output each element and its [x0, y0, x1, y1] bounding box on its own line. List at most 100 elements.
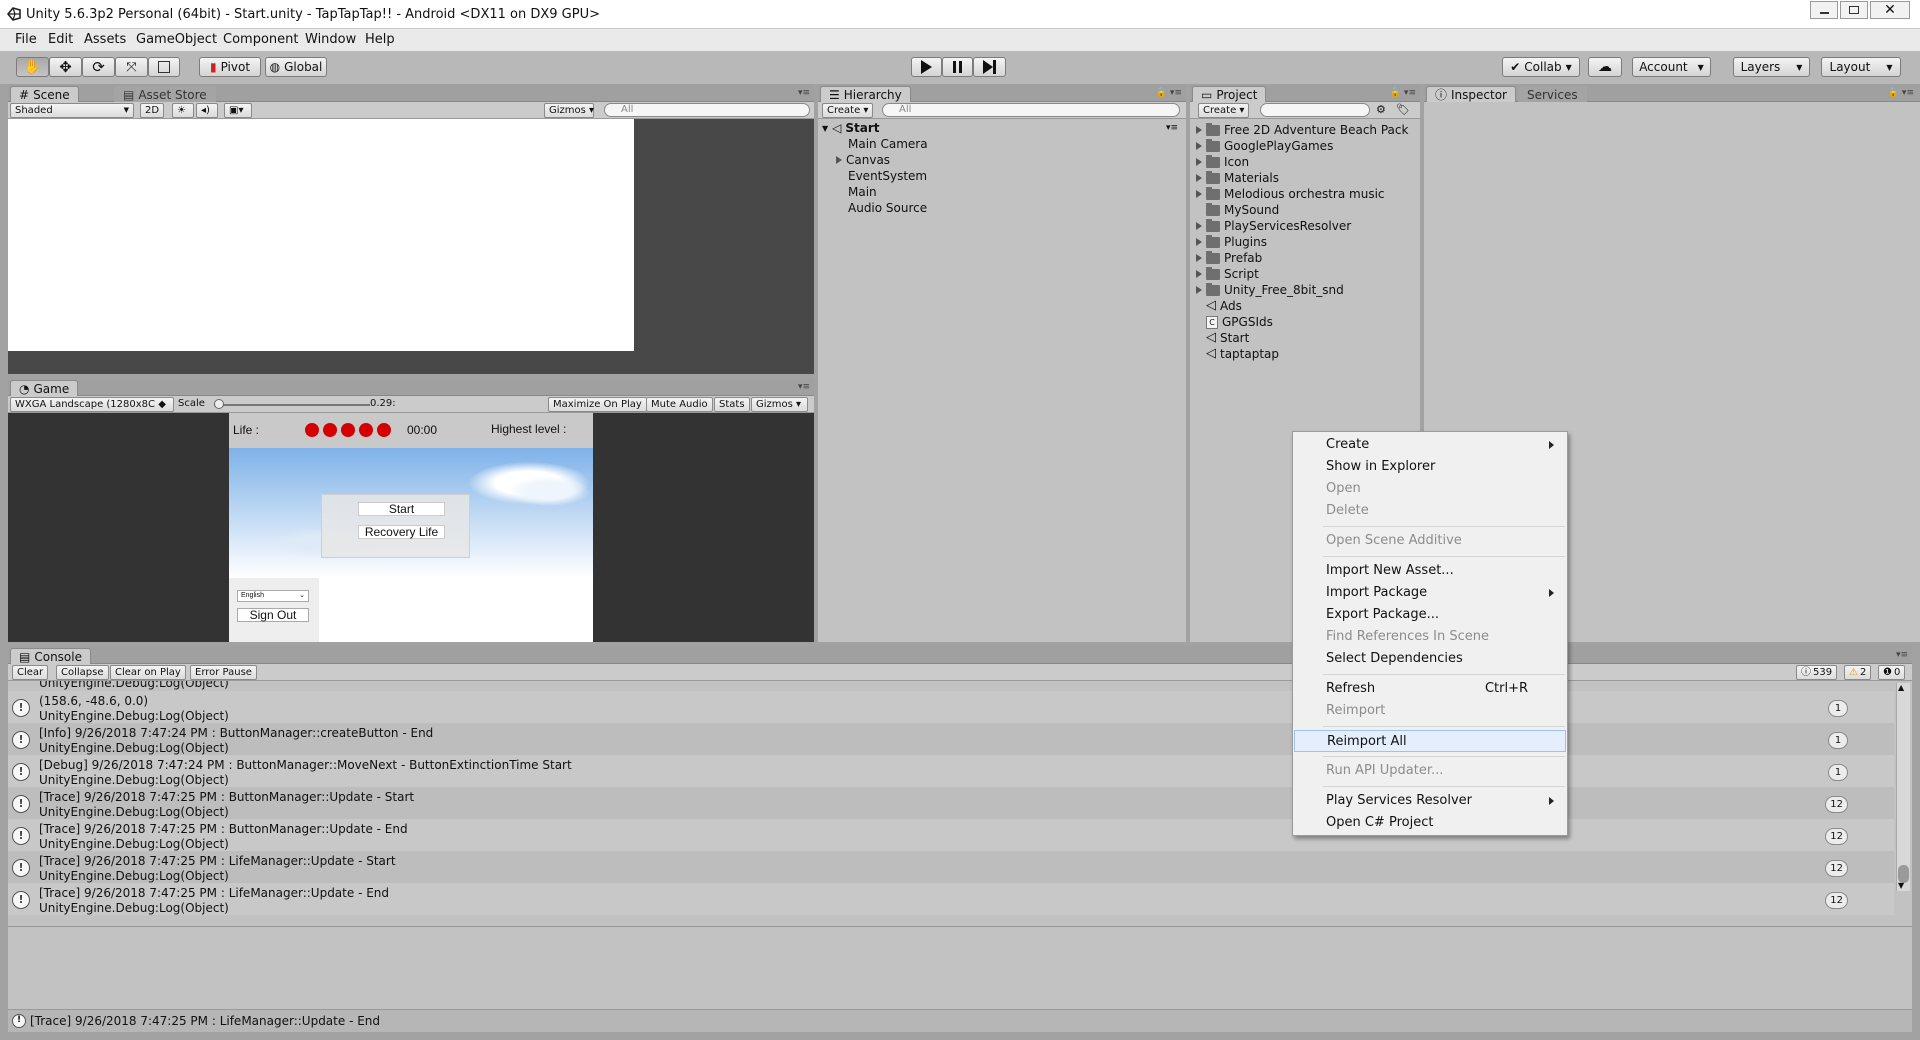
warning-count-toggle[interactable]: ⚠ 2: [1844, 665, 1872, 680]
scale-slider[interactable]: [213, 399, 370, 409]
project-item[interactable]: ◁ Start: [1196, 331, 1249, 345]
account-dropdown[interactable]: Account ▼: [1632, 57, 1711, 77]
play-button[interactable]: [911, 57, 942, 77]
project-item[interactable]: Melodious orchestra music: [1196, 186, 1385, 201]
pause-button[interactable]: [942, 57, 973, 77]
context-menu-item[interactable]: Reimport All: [1294, 730, 1566, 752]
filter-by-label-icon[interactable]: 🏷: [1396, 103, 1410, 116]
lock-icon[interactable]: 🔒 ▾≡: [1156, 88, 1182, 98]
context-menu-item[interactable]: Select Dependencies: [1294, 648, 1566, 670]
menu-assets[interactable]: Assets: [84, 32, 126, 47]
global-toggle[interactable]: ◍ Global: [265, 57, 327, 77]
resolution-dropdown[interactable]: WXGA Landscape (1280x8C ◆: [10, 397, 174, 412]
hierarchy-item[interactable]: Audio Source: [848, 201, 927, 215]
project-item[interactable]: Unity_Free_8bit_snd: [1196, 282, 1344, 297]
scroll-down-icon[interactable]: ▼: [1898, 881, 1904, 890]
project-item[interactable]: Materials: [1196, 170, 1279, 185]
game-viewport[interactable]: Life : 00:00 Highest level : Start Recov…: [8, 413, 814, 642]
shading-dropdown[interactable]: Shaded ▼: [10, 103, 134, 118]
layers-dropdown[interactable]: Layers ▼: [1733, 57, 1810, 77]
console-log-row[interactable]: ! [Info] 9/26/2018 7:47:24 PM : ButtonMan…: [8, 723, 1894, 755]
filter-by-type-icon[interactable]: ⚙: [1376, 103, 1386, 116]
menu-file[interactable]: File: [15, 32, 37, 47]
scene-gizmos-dropdown[interactable]: Gizmos ▾: [544, 103, 594, 118]
console-split-divider[interactable]: [8, 926, 1912, 927]
project-item[interactable]: MySound: [1196, 202, 1279, 217]
audio-toggle[interactable]: ◂): [196, 103, 218, 118]
console-log-row[interactable]: ! [Trace] 9/26/2018 7:47:25 PM : ButtonMa…: [8, 819, 1894, 851]
scroll-up-icon[interactable]: ▲: [1898, 683, 1904, 692]
scene-search-input[interactable]: All: [604, 103, 810, 117]
game-gizmos-dropdown[interactable]: Gizmos ▾: [751, 397, 808, 412]
menu-window[interactable]: Window: [305, 32, 356, 47]
cloud-button[interactable]: ☁: [1588, 57, 1622, 77]
menu-component[interactable]: Component: [223, 32, 298, 47]
info-count-toggle[interactable]: ⓘ 539: [1796, 665, 1838, 680]
status-bar[interactable]: ! [Trace] 9/26/2018 7:47:25 PM : LifeMan…: [8, 1009, 1912, 1032]
hierarchy-item[interactable]: EventSystem: [848, 169, 927, 183]
sign-out-button[interactable]: Sign Out: [237, 608, 309, 622]
start-game-button[interactable]: Start: [358, 502, 445, 516]
step-button[interactable]: [973, 57, 1006, 77]
project-item[interactable]: Plugins: [1196, 234, 1267, 249]
clear-on-play-toggle[interactable]: Clear on Play: [110, 665, 186, 680]
project-item[interactable]: Script: [1196, 266, 1259, 281]
pivot-toggle[interactable]: ▮ Pivot: [199, 57, 261, 77]
scene-viewport[interactable]: [8, 119, 814, 374]
hierarchy-create-dropdown[interactable]: Create ▾: [822, 103, 874, 118]
rotate-tool-button[interactable]: ⟳: [82, 57, 115, 77]
panel-menu-icon[interactable]: ▾≡: [798, 88, 810, 98]
project-item[interactable]: PlayServicesResolver: [1196, 218, 1351, 233]
collab-dropdown[interactable]: ✔ Collab ▼: [1502, 57, 1580, 77]
project-item[interactable]: Icon: [1196, 154, 1249, 169]
console-log-row[interactable]: ! [Trace] 9/26/2018 7:47:25 PM : LifeMana…: [8, 883, 1894, 915]
maximize-button[interactable]: [1840, 1, 1868, 19]
console-log-row[interactable]: ! [Debug] 9/26/2018 7:47:24 PM : ButtonMa…: [8, 755, 1894, 787]
project-item[interactable]: Free 2D Adventure Beach Pack: [1196, 122, 1408, 137]
tab-console[interactable]: ▤ Console: [10, 648, 91, 664]
menu-gameobject[interactable]: GameObject: [136, 32, 217, 47]
context-menu-item[interactable]: Create: [1294, 434, 1566, 456]
panel-menu-icon[interactable]: ▾≡: [798, 382, 810, 392]
recovery-life-button[interactable]: Recovery Life: [358, 525, 445, 539]
tab-asset-store[interactable]: ▤ Asset Store: [114, 86, 216, 102]
tab-services[interactable]: Services: [1518, 86, 1587, 102]
console-log-row[interactable]: ! [Trace] 9/26/2018 7:47:25 PM : LifeMana…: [8, 851, 1894, 883]
console-scrollbar[interactable]: ▲ ▼: [1896, 683, 1910, 891]
2d-toggle[interactable]: 2D: [140, 103, 164, 118]
hierarchy-item[interactable]: Main Camera: [848, 137, 928, 151]
context-menu-item[interactable]: Export Package...: [1294, 604, 1566, 626]
hierarchy-item[interactable]: Main: [848, 185, 877, 199]
menu-edit[interactable]: Edit: [48, 32, 73, 47]
project-create-dropdown[interactable]: Create ▾: [1198, 103, 1250, 118]
effects-dropdown[interactable]: ▣▾: [224, 103, 252, 118]
minimize-button[interactable]: [1810, 1, 1838, 19]
console-log-row[interactable]: ! (158.6, -48.6, 0.0) UnityEngine.Debug:Lo…: [8, 691, 1894, 723]
project-item[interactable]: ◁ taptaptap: [1196, 347, 1279, 361]
rect-tool-button[interactable]: [148, 57, 180, 77]
lock-icon[interactable]: 🔒 ▾≡: [1390, 88, 1416, 98]
context-menu-item[interactable]: Open C# Project: [1294, 812, 1566, 834]
language-dropdown[interactable]: English ⌄: [237, 590, 309, 602]
panel-menu-icon[interactable]: ▾≡: [1896, 650, 1908, 660]
context-menu-item[interactable]: Import Package: [1294, 582, 1566, 604]
console-collapse-button[interactable]: Collapse: [56, 665, 109, 680]
error-pause-toggle[interactable]: Error Pause: [190, 665, 257, 680]
scale-tool-button[interactable]: ⤧: [115, 57, 148, 77]
error-count-toggle[interactable]: ❶0: [1878, 665, 1906, 680]
console-log-row[interactable]: ! [Trace] 9/26/2018 7:47:25 PM : ButtonMa…: [8, 787, 1894, 819]
tab-scene[interactable]: # Scene: [10, 86, 79, 102]
tab-inspector[interactable]: ⓘ Inspector: [1426, 86, 1516, 102]
maximize-on-play-toggle[interactable]: Maximize On Play: [548, 397, 647, 412]
project-item[interactable]: Prefab: [1196, 250, 1262, 265]
context-menu-item[interactable]: Import New Asset...: [1294, 560, 1566, 582]
move-tool-button[interactable]: ✥: [49, 57, 82, 77]
context-menu-item[interactable]: Play Services Resolver: [1294, 790, 1566, 812]
scale-slider-thumb[interactable]: [213, 399, 224, 409]
tab-game[interactable]: ◔ Game: [10, 380, 79, 396]
lighting-toggle[interactable]: ☀: [172, 103, 194, 118]
hierarchy-search-input[interactable]: All: [882, 103, 1180, 117]
project-search-input[interactable]: [1260, 103, 1370, 117]
lock-icon[interactable]: 🔒 ▾≡: [1888, 88, 1914, 98]
console-clear-button[interactable]: Clear: [12, 665, 49, 680]
